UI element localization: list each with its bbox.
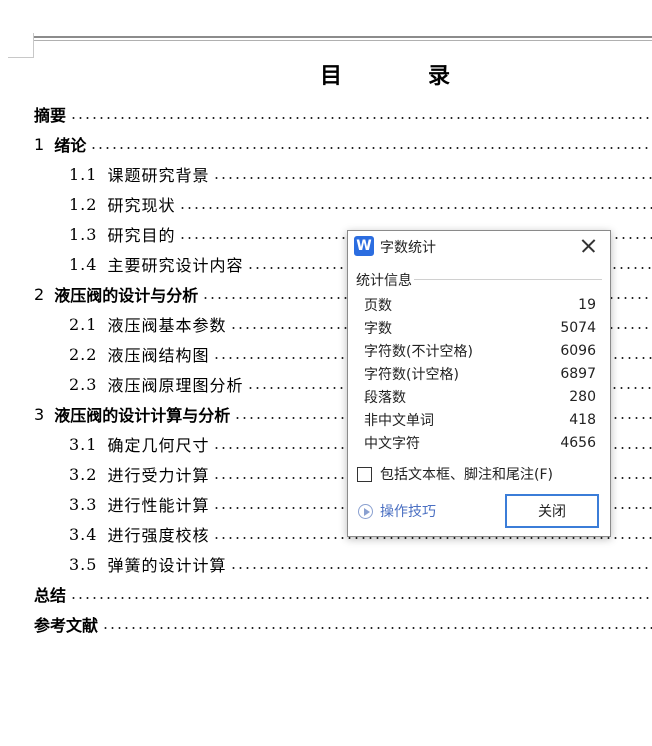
stat-value: 280 xyxy=(569,388,596,405)
toc-entry-number: 1.3 xyxy=(69,224,98,244)
toc-entry[interactable]: 1.2 研究现状 xyxy=(69,192,652,216)
toc-entry-label: 液压阀基本参数 xyxy=(107,316,227,335)
toc-dot-leader xyxy=(230,567,652,569)
toc-entry-label: 进行强度校核 xyxy=(107,526,210,545)
header-rule-thin xyxy=(34,40,652,41)
stat-value: 6897 xyxy=(560,365,596,382)
toc-entry[interactable]: 参考文献 xyxy=(34,612,652,636)
toc-dot-leader xyxy=(213,537,652,539)
toc-entry-label: 研究目的 xyxy=(107,226,176,245)
stat-value: 5074 xyxy=(560,319,596,336)
word-count-dialog: W 字数统计 统计信息 页数 19 字数 5074 字符数(不计空格) 6096 字符… xyxy=(347,230,611,537)
stat-row: 字数 5074 xyxy=(364,316,596,339)
page-corner-mark xyxy=(33,33,34,57)
toc-entry-number: 1.1 xyxy=(69,164,98,184)
toc-entry-number: 3.5 xyxy=(69,554,98,574)
toc-entry[interactable]: 1 绪论 xyxy=(34,132,652,156)
include-textbox-checkbox[interactable] xyxy=(357,466,372,482)
dialog-titlebar[interactable]: W 字数统计 xyxy=(348,231,610,261)
stats-list: 页数 19 字数 5074 字符数(不计空格) 6096 字符数(计空格) 6897 段… xyxy=(364,293,596,454)
stat-row: 字符数(不计空格) 6096 xyxy=(364,339,596,362)
toc-entry[interactable]: 摘要 xyxy=(34,102,652,126)
toc-entry-number: 3 xyxy=(34,404,45,424)
toc-dot-leader xyxy=(213,177,652,179)
toc-entry-number: 3.1 xyxy=(69,434,98,454)
toc-entry[interactable]: 3.5 弹簧的设计计算 xyxy=(69,552,652,576)
page-corner-mark xyxy=(8,57,34,58)
stat-label: 非中文单词 xyxy=(364,412,434,429)
toc-entry-label: 确定几何尺寸 xyxy=(107,436,210,455)
toc-entry-label: 研究现状 xyxy=(107,196,176,215)
stat-value: 4656 xyxy=(560,434,596,451)
toc-entry-label: 总结 xyxy=(34,586,67,605)
toc-entry-number: 2.2 xyxy=(69,344,98,364)
toc-entry-label: 主要研究设计内容 xyxy=(107,256,244,275)
toc-entry-number: 2 xyxy=(34,284,45,304)
toc-entry-label: 绪论 xyxy=(54,136,87,155)
tips-label: 操作技巧 xyxy=(380,504,436,520)
play-circle-icon xyxy=(358,503,373,519)
stat-value: 19 xyxy=(578,296,596,313)
toc-entry-label: 摘要 xyxy=(34,106,67,125)
toc-dot-leader xyxy=(70,597,652,599)
toc-entry[interactable]: 1.1 课题研究背景 xyxy=(69,162,652,186)
toc-entry-label: 液压阀的设计计算与分析 xyxy=(54,406,231,425)
stat-value: 418 xyxy=(569,411,596,428)
toc-entry-label: 进行受力计算 xyxy=(107,466,210,485)
group-divider xyxy=(414,279,602,280)
stat-label: 段落数 xyxy=(364,389,406,406)
close-icon[interactable] xyxy=(578,236,598,256)
stat-row: 段落数 280 xyxy=(364,385,596,408)
toc-entry-number: 3.4 xyxy=(69,524,98,544)
toc-entry-number: 1.2 xyxy=(69,194,98,214)
toc-entry[interactable]: 总结 xyxy=(34,582,652,606)
stat-label: 字符数(计空格) xyxy=(364,366,459,383)
stat-label: 字数 xyxy=(364,320,392,337)
wps-writer-icon: W xyxy=(354,236,374,256)
toc-dot-leader xyxy=(70,117,652,119)
toc-title-char: 目 xyxy=(320,64,343,89)
toc-entry-label: 液压阀原理图分析 xyxy=(107,376,244,395)
tips-link[interactable]: 操作技巧 xyxy=(358,501,436,521)
include-textbox-footnote-option[interactable]: 包括文本框、脚注和尾注(F) xyxy=(357,464,553,484)
toc-dot-leader xyxy=(90,147,652,149)
toc-dot-leader xyxy=(179,207,652,209)
header-rule xyxy=(34,36,652,38)
toc-entry-number: 1 xyxy=(34,134,45,154)
toc-entry-label: 液压阀的设计与分析 xyxy=(54,286,199,305)
stat-row: 字符数(计空格) 6897 xyxy=(364,362,596,385)
toc-dot-leader xyxy=(102,627,652,629)
toc-entry-number: 2.3 xyxy=(69,374,98,394)
toc-title-char: 录 xyxy=(428,64,451,89)
stats-group-label: 统计信息 xyxy=(356,273,412,289)
stat-row: 非中文单词 418 xyxy=(364,408,596,431)
toc-entry-label: 参考文献 xyxy=(34,616,99,635)
dialog-title: 字数统计 xyxy=(380,240,436,256)
toc-entry-number: 3.3 xyxy=(69,494,98,514)
toc-entry-number: 3.2 xyxy=(69,464,98,484)
stat-value: 6096 xyxy=(560,342,596,359)
toc-entry-label: 弹簧的设计计算 xyxy=(107,556,227,575)
stat-row: 页数 19 xyxy=(364,293,596,316)
stat-label: 中文字符 xyxy=(364,435,420,452)
toc-entry-label: 课题研究背景 xyxy=(107,166,210,185)
toc-entry-label: 液压阀结构图 xyxy=(107,346,210,365)
stat-row: 中文字符 4656 xyxy=(364,431,596,454)
toc-entry-number: 1.4 xyxy=(69,254,98,274)
close-button[interactable]: 关闭 xyxy=(505,494,599,528)
stat-label: 字符数(不计空格) xyxy=(364,343,473,360)
toc-entry-number: 2.1 xyxy=(69,314,98,334)
stat-label: 页数 xyxy=(364,297,392,314)
toc-entry-label: 进行性能计算 xyxy=(107,496,210,515)
toc-title: 目录 xyxy=(320,58,450,90)
include-textbox-label: 包括文本框、脚注和尾注(F) xyxy=(380,467,553,483)
